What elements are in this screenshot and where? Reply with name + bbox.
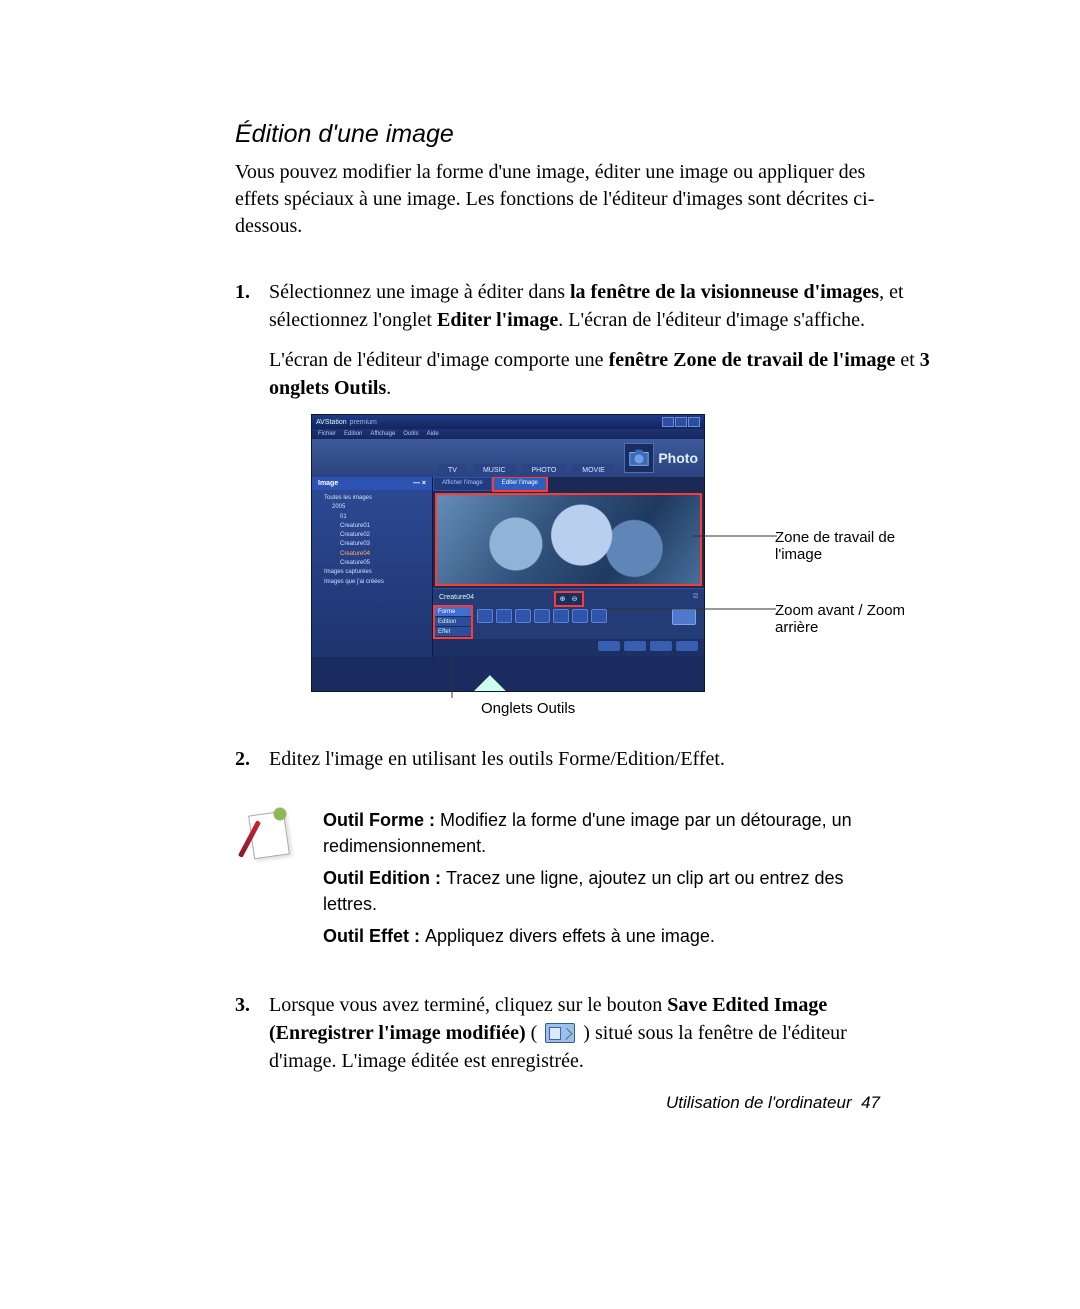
footer-label: Utilisation de l'ordinateur bbox=[666, 1093, 852, 1112]
mode-tab[interactable]: MOVIE bbox=[572, 464, 615, 477]
tool-button[interactable] bbox=[572, 609, 588, 623]
callout-workarea: Zone de travail de l'image bbox=[775, 529, 931, 563]
edited-image bbox=[437, 495, 700, 584]
tree-item[interactable]: Images que j'ai créées bbox=[316, 578, 428, 587]
tool-button[interactable] bbox=[591, 609, 607, 623]
window-close-icon[interactable] bbox=[688, 417, 700, 427]
menu-item[interactable]: Aide bbox=[427, 431, 439, 437]
app-suffix: premium bbox=[350, 419, 377, 426]
note-effet-text: Appliquez divers effets à une image. bbox=[425, 926, 715, 946]
tree-item[interactable]: Creature03 bbox=[316, 540, 428, 549]
bottom-button[interactable] bbox=[598, 641, 620, 651]
mode-tab[interactable]: TV bbox=[438, 464, 467, 477]
status-right: ⎚ bbox=[693, 594, 698, 601]
note-effet-label: Outil Effet : bbox=[323, 926, 425, 946]
step-2-text: Editez l'image en utilisant les outils F… bbox=[269, 745, 880, 773]
image-workarea[interactable] bbox=[435, 493, 702, 586]
note-forme-label: Outil Forme : bbox=[323, 810, 440, 830]
app-menubar: Fichier Edition Affichage Outils Aide bbox=[312, 429, 704, 439]
note-icon bbox=[245, 807, 297, 859]
text-bold: Editer l'image bbox=[437, 309, 558, 331]
save-button-inline-icon bbox=[545, 1023, 575, 1043]
subtab-view[interactable]: Afficher l'image bbox=[433, 477, 492, 491]
window-titlebar: AVStation premium bbox=[312, 415, 704, 429]
text: Lorsque vous avez terminé, cliquez sur l… bbox=[269, 994, 667, 1016]
text: . L'écran de l'éditeur d'image s'affiche… bbox=[558, 309, 865, 331]
menu-item[interactable]: Outils bbox=[403, 431, 418, 437]
zoom-in-icon[interactable]: ⊕ bbox=[557, 594, 569, 604]
step-2-number: 2. bbox=[235, 745, 269, 785]
image-tree: Toutes les images 2005 01 Creature01 Cre… bbox=[312, 490, 432, 591]
window-min-icon[interactable] bbox=[662, 417, 674, 427]
side-toggle-icon[interactable] bbox=[312, 657, 704, 692]
app-name: AVStation bbox=[316, 419, 347, 426]
text: et bbox=[895, 349, 919, 371]
tree-item[interactable]: 01 bbox=[316, 513, 428, 522]
tool-button[interactable] bbox=[534, 609, 550, 623]
step-1: 1. Sélectionnez une image à éditer dans … bbox=[235, 278, 880, 723]
side-panel: Image— × Toutes les images 2005 01 Creat… bbox=[312, 477, 433, 657]
mode-tab[interactable]: PHOTO bbox=[522, 464, 567, 477]
tree-item[interactable]: Images capturées bbox=[316, 568, 428, 577]
status-filename: Creature04 bbox=[439, 594, 474, 601]
text: . bbox=[386, 377, 391, 399]
text-bold: la fenêtre de la visionneuse d'images bbox=[570, 281, 879, 303]
tree-item-selected[interactable]: Creature04 bbox=[316, 550, 428, 559]
mode-tab[interactable]: MUSIC bbox=[473, 464, 516, 477]
section-heading: Édition d'une image bbox=[235, 120, 880, 149]
tool-button[interactable] bbox=[553, 609, 569, 623]
bottom-button[interactable] bbox=[676, 641, 698, 651]
callout-zoom: Zoom avant / Zoom arrière bbox=[775, 602, 931, 636]
zoom-control: ⊕ ⊖ bbox=[554, 591, 584, 607]
note-box: Outil Forme : Modifiez la forme d'une im… bbox=[245, 807, 880, 955]
tool-button[interactable] bbox=[496, 609, 512, 623]
tools-pane: Forme Edition Effet bbox=[433, 605, 704, 639]
avstation-screenshot: AVStation premium Fichier Edition bbox=[311, 414, 705, 692]
mode-badge-label: Photo bbox=[658, 450, 698, 466]
text: Sélectionnez une image à éditer dans bbox=[269, 281, 570, 303]
subtab-edit[interactable]: Editer l'image bbox=[493, 477, 547, 491]
page-footer: Utilisation de l'ordinateur 47 bbox=[666, 1093, 880, 1113]
text: L'écran de l'éditeur d'image comporte un… bbox=[269, 349, 609, 371]
bottom-button[interactable] bbox=[624, 641, 646, 651]
window-max-icon[interactable] bbox=[675, 417, 687, 427]
tool-tabs: Forme Edition Effet bbox=[433, 605, 473, 639]
mode-strip: TV MUSIC PHOTO MOVIE Photo bbox=[312, 439, 704, 477]
save-edited-image-button[interactable] bbox=[672, 609, 696, 625]
tree-item[interactable]: Creature05 bbox=[316, 559, 428, 568]
zoom-out-icon[interactable]: ⊖ bbox=[569, 594, 581, 604]
step-2: 2. Editez l'image en utilisant les outil… bbox=[235, 745, 880, 785]
text: ( bbox=[526, 1022, 543, 1044]
tool-tab-edition[interactable]: Edition bbox=[435, 617, 471, 627]
note-edition-label: Outil Edition : bbox=[323, 868, 446, 888]
callout-tooltabs: Onglets Outils bbox=[481, 700, 931, 717]
menu-item[interactable]: Fichier bbox=[318, 431, 336, 437]
step-3-number: 3. bbox=[235, 991, 269, 1087]
tool-tab-effet[interactable]: Effet bbox=[435, 627, 471, 637]
tool-button[interactable] bbox=[515, 609, 531, 623]
menu-item[interactable]: Affichage bbox=[370, 431, 395, 437]
tool-button[interactable] bbox=[477, 609, 493, 623]
bottom-button[interactable] bbox=[650, 641, 672, 651]
intro-paragraph: Vous pouvez modifier la forme d'une imag… bbox=[235, 159, 880, 240]
footer-page-number: 47 bbox=[861, 1093, 880, 1112]
step-1-number: 1. bbox=[235, 278, 269, 723]
tree-item[interactable]: 2005 bbox=[316, 503, 428, 512]
tree-item[interactable]: Toutes les images bbox=[316, 494, 428, 503]
photo-mode-icon bbox=[624, 443, 654, 473]
side-panel-header: Image bbox=[318, 480, 338, 487]
step-3: 3. Lorsque vous avez terminé, cliquez su… bbox=[235, 991, 880, 1087]
figure-container: AVStation premium Fichier Edition bbox=[311, 414, 931, 717]
tree-item[interactable]: Creature01 bbox=[316, 522, 428, 531]
tree-item[interactable]: Creature02 bbox=[316, 531, 428, 540]
menu-item[interactable]: Edition bbox=[344, 431, 362, 437]
tool-tab-forme[interactable]: Forme bbox=[435, 607, 471, 617]
text-bold: fenêtre Zone de travail de l'image bbox=[609, 349, 896, 371]
